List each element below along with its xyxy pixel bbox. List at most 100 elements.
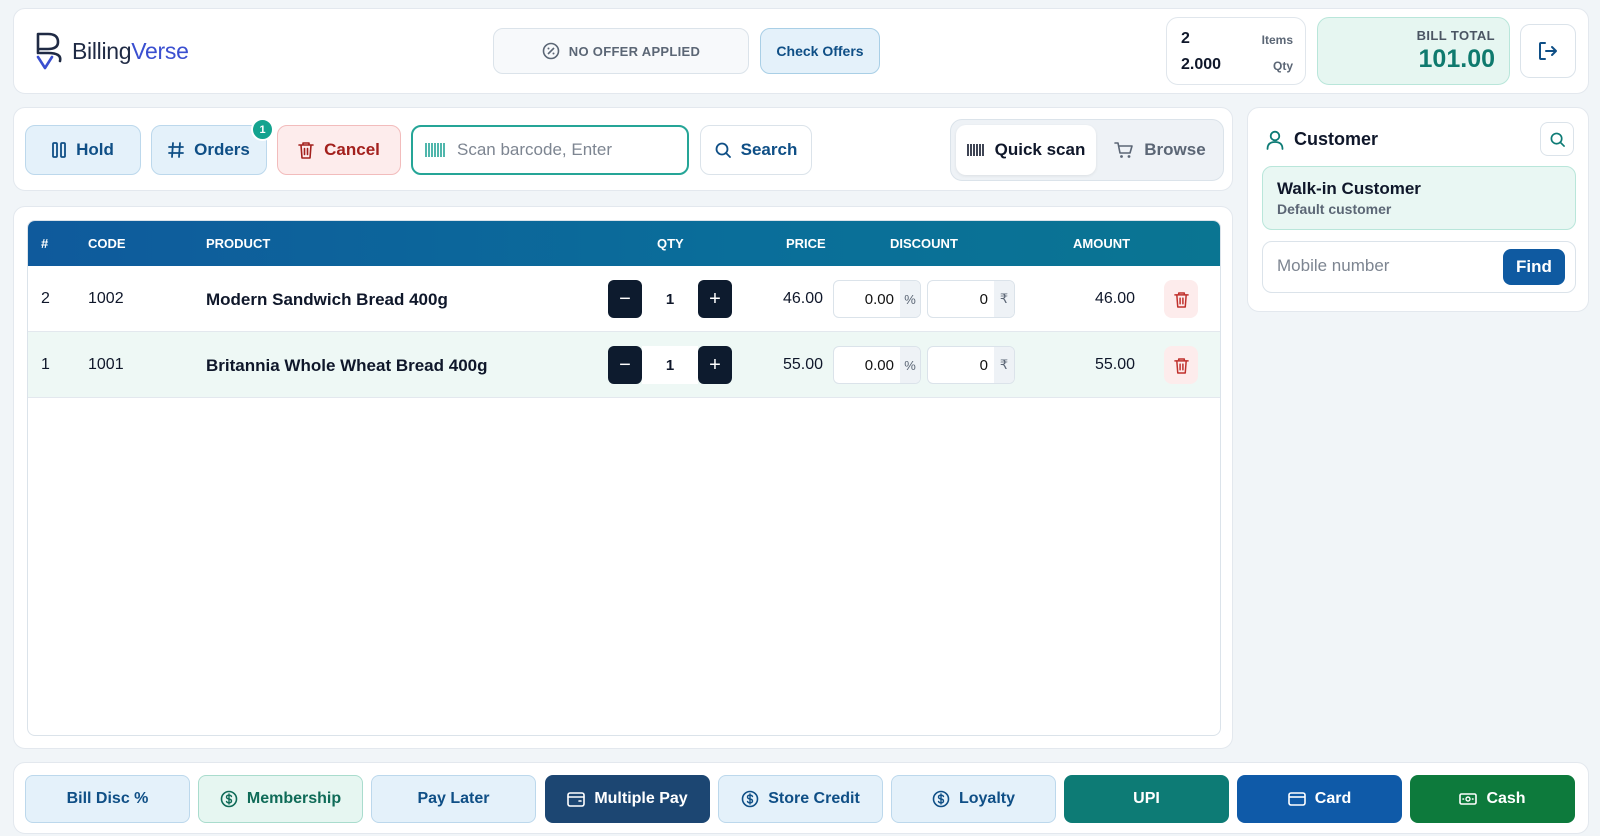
percent-unit: % <box>900 347 920 383</box>
discount-percent-field: % <box>833 280 921 318</box>
barcode-scan-field[interactable] <box>411 125 689 175</box>
col-product: PRODUCT <box>206 236 271 251</box>
credit-card-icon <box>1287 792 1306 806</box>
qty-stepper: − 1 + <box>608 280 732 318</box>
quick-scan-tab[interactable]: Quick scan <box>956 125 1096 175</box>
col-code: CODE <box>88 236 126 251</box>
col-qty: QTY <box>657 236 684 251</box>
customer-subtitle: Default customer <box>1277 201 1392 217</box>
logo-text: BillingVerse <box>72 37 189 64</box>
browse-tab[interactable]: Browse <box>1101 125 1219 175</box>
search-icon <box>715 142 731 158</box>
cash-label: Cash <box>1486 790 1526 807</box>
loyalty-button[interactable]: Loyalty <box>891 775 1056 823</box>
pay-later-button[interactable]: Pay Later <box>371 775 536 823</box>
increase-qty-button[interactable]: + <box>698 280 732 318</box>
search-button[interactable]: Search <box>700 125 812 175</box>
trash-icon <box>298 141 314 159</box>
trash-icon <box>1173 291 1189 308</box>
decrease-qty-button[interactable]: − <box>608 280 642 318</box>
bill-total-value: 101.00 <box>1418 45 1495 73</box>
delete-row-button[interactable] <box>1164 280 1198 318</box>
items-label: Items <box>1261 33 1293 47</box>
row-amount: 46.00 <box>1095 290 1136 307</box>
card-label: Card <box>1314 790 1352 807</box>
logout-button[interactable] <box>1520 24 1576 78</box>
store-credit-label: Store Credit <box>768 790 860 807</box>
loyalty-label: Loyalty <box>958 790 1015 807</box>
bill-total-box: BILL TOTAL 101.00 <box>1317 17 1510 85</box>
row-price: 46.00 <box>783 290 824 307</box>
customer-name: Walk-in Customer <box>1277 179 1421 198</box>
orders-count-badge: 1 <box>251 118 274 141</box>
row-product: Modern Sandwich Bread 400g <box>206 290 448 309</box>
discount-percent-input[interactable] <box>834 347 900 383</box>
membership-button[interactable]: Membership <box>198 775 363 823</box>
payment-bar: Bill Disc % Membership Pay Later Multipl… <box>13 762 1589 834</box>
dollar-circle-icon <box>741 790 759 808</box>
app-logo[interactable]: BillingVerse <box>34 31 189 71</box>
banknote-icon <box>1459 792 1478 806</box>
hold-button[interactable]: Hold <box>25 125 141 175</box>
customer-search-button[interactable] <box>1540 122 1574 156</box>
cancel-button[interactable]: Cancel <box>277 125 401 175</box>
row-code: 1001 <box>88 356 124 373</box>
rupee-unit: ₹ <box>994 347 1014 383</box>
quick-scan-label: Quick scan <box>994 140 1086 159</box>
store-credit-button[interactable]: Store Credit <box>718 775 883 823</box>
pay-later-label: Pay Later <box>417 790 490 807</box>
col-price: PRICE <box>786 236 826 251</box>
qty-value[interactable]: 1 <box>642 280 698 318</box>
bill-discount-label: Bill Disc % <box>66 790 149 807</box>
qty-label: Qty <box>1272 59 1293 73</box>
bill-discount-button[interactable]: Bill Disc % <box>25 775 190 823</box>
offer-status-pill: NO OFFER APPLIED <box>493 28 749 74</box>
discount-amount-input[interactable] <box>928 281 994 317</box>
card-button[interactable]: Card <box>1237 775 1402 823</box>
dollar-circle-icon <box>932 790 950 808</box>
pause-icon <box>52 142 67 158</box>
barcode-icon <box>966 143 985 157</box>
cart-table: # CODE PRODUCT QTY PRICE DISCOUNT AMOUNT… <box>27 220 1221 736</box>
upi-button[interactable]: UPI <box>1064 775 1229 823</box>
table-header: # CODE PRODUCT QTY PRICE DISCOUNT AMOUNT <box>28 221 1220 266</box>
discount-amount-field: ₹ <box>927 346 1015 384</box>
qty-value[interactable]: 1 <box>642 346 698 384</box>
barcode-icon <box>425 142 445 158</box>
qty-stepper: − 1 + <box>608 346 732 384</box>
discount-percent-input[interactable] <box>834 281 900 317</box>
discount-percent-field: % <box>833 346 921 384</box>
rupee-unit: ₹ <box>994 281 1014 317</box>
col-discount: DISCOUNT <box>890 236 958 251</box>
wallet-icon <box>567 791 586 807</box>
orders-button[interactable]: Orders 1 <box>151 118 274 175</box>
multiple-pay-label: Multiple Pay <box>594 790 688 807</box>
row-amount: 55.00 <box>1095 356 1136 373</box>
user-icon <box>1266 130 1284 150</box>
percent-unit: % <box>900 281 920 317</box>
mobile-number-input[interactable] <box>1277 256 1497 276</box>
membership-label: Membership <box>246 790 342 807</box>
barcode-input[interactable] <box>457 140 667 160</box>
logout-icon <box>1536 39 1560 63</box>
customer-panel: Customer Walk-in Customer Default custom… <box>1247 107 1589 312</box>
bill-total-label: BILL TOTAL <box>1416 28 1495 43</box>
row-num: 2 <box>41 290 50 307</box>
customer-heading: Customer <box>1266 129 1378 150</box>
col-amount: AMOUNT <box>1073 236 1131 251</box>
mobile-lookup: Find <box>1262 241 1576 293</box>
trash-icon <box>1173 357 1189 374</box>
multiple-pay-button[interactable]: Multiple Pay <box>545 775 710 823</box>
row-price: 55.00 <box>783 356 824 373</box>
row-num: 1 <box>41 356 50 373</box>
delete-row-button[interactable] <box>1164 346 1198 384</box>
check-offers-button[interactable]: Check Offers <box>760 28 880 74</box>
increase-qty-button[interactable]: + <box>698 346 732 384</box>
cash-button[interactable]: Cash <box>1410 775 1575 823</box>
discount-amount-input[interactable] <box>928 347 994 383</box>
selected-customer-card[interactable]: Walk-in Customer Default customer <box>1262 166 1576 230</box>
decrease-qty-button[interactable]: − <box>608 346 642 384</box>
discount-amount-field: ₹ <box>927 280 1015 318</box>
find-customer-button[interactable]: Find <box>1503 249 1565 285</box>
hash-icon <box>168 142 185 158</box>
